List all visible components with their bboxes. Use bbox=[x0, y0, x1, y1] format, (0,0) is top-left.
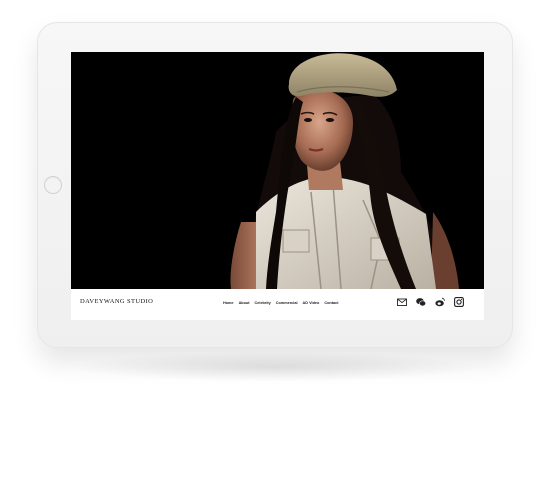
hero-photo bbox=[71, 52, 484, 289]
tablet-screen: DAVEYWANG STUDIO Home About Celebrity Co… bbox=[71, 52, 484, 320]
tablet-shadow bbox=[70, 352, 480, 382]
wechat-icon[interactable] bbox=[416, 297, 426, 307]
brand-logo[interactable]: DAVEYWANG STUDIO bbox=[80, 298, 153, 305]
portrait-image bbox=[71, 52, 484, 289]
mail-icon[interactable] bbox=[397, 297, 407, 307]
nav-celebrity[interactable]: Celebrity bbox=[255, 301, 271, 305]
social-links bbox=[397, 297, 464, 307]
nav-commercial[interactable]: Commercial bbox=[276, 301, 298, 305]
site-navbar: DAVEYWANG STUDIO Home About Celebrity Co… bbox=[71, 289, 484, 320]
nav-ad-video[interactable]: AD Video bbox=[303, 301, 320, 305]
home-button[interactable] bbox=[44, 176, 62, 194]
main-menu: Home About Celebrity Commercial AD Video… bbox=[223, 301, 338, 305]
weibo-icon[interactable] bbox=[435, 297, 445, 307]
tablet-frame: DAVEYWANG STUDIO Home About Celebrity Co… bbox=[37, 22, 513, 348]
nav-about[interactable]: About bbox=[239, 301, 250, 305]
nav-contact[interactable]: Contact bbox=[324, 301, 338, 305]
instagram-icon[interactable] bbox=[454, 297, 464, 307]
nav-home[interactable]: Home bbox=[223, 301, 234, 305]
